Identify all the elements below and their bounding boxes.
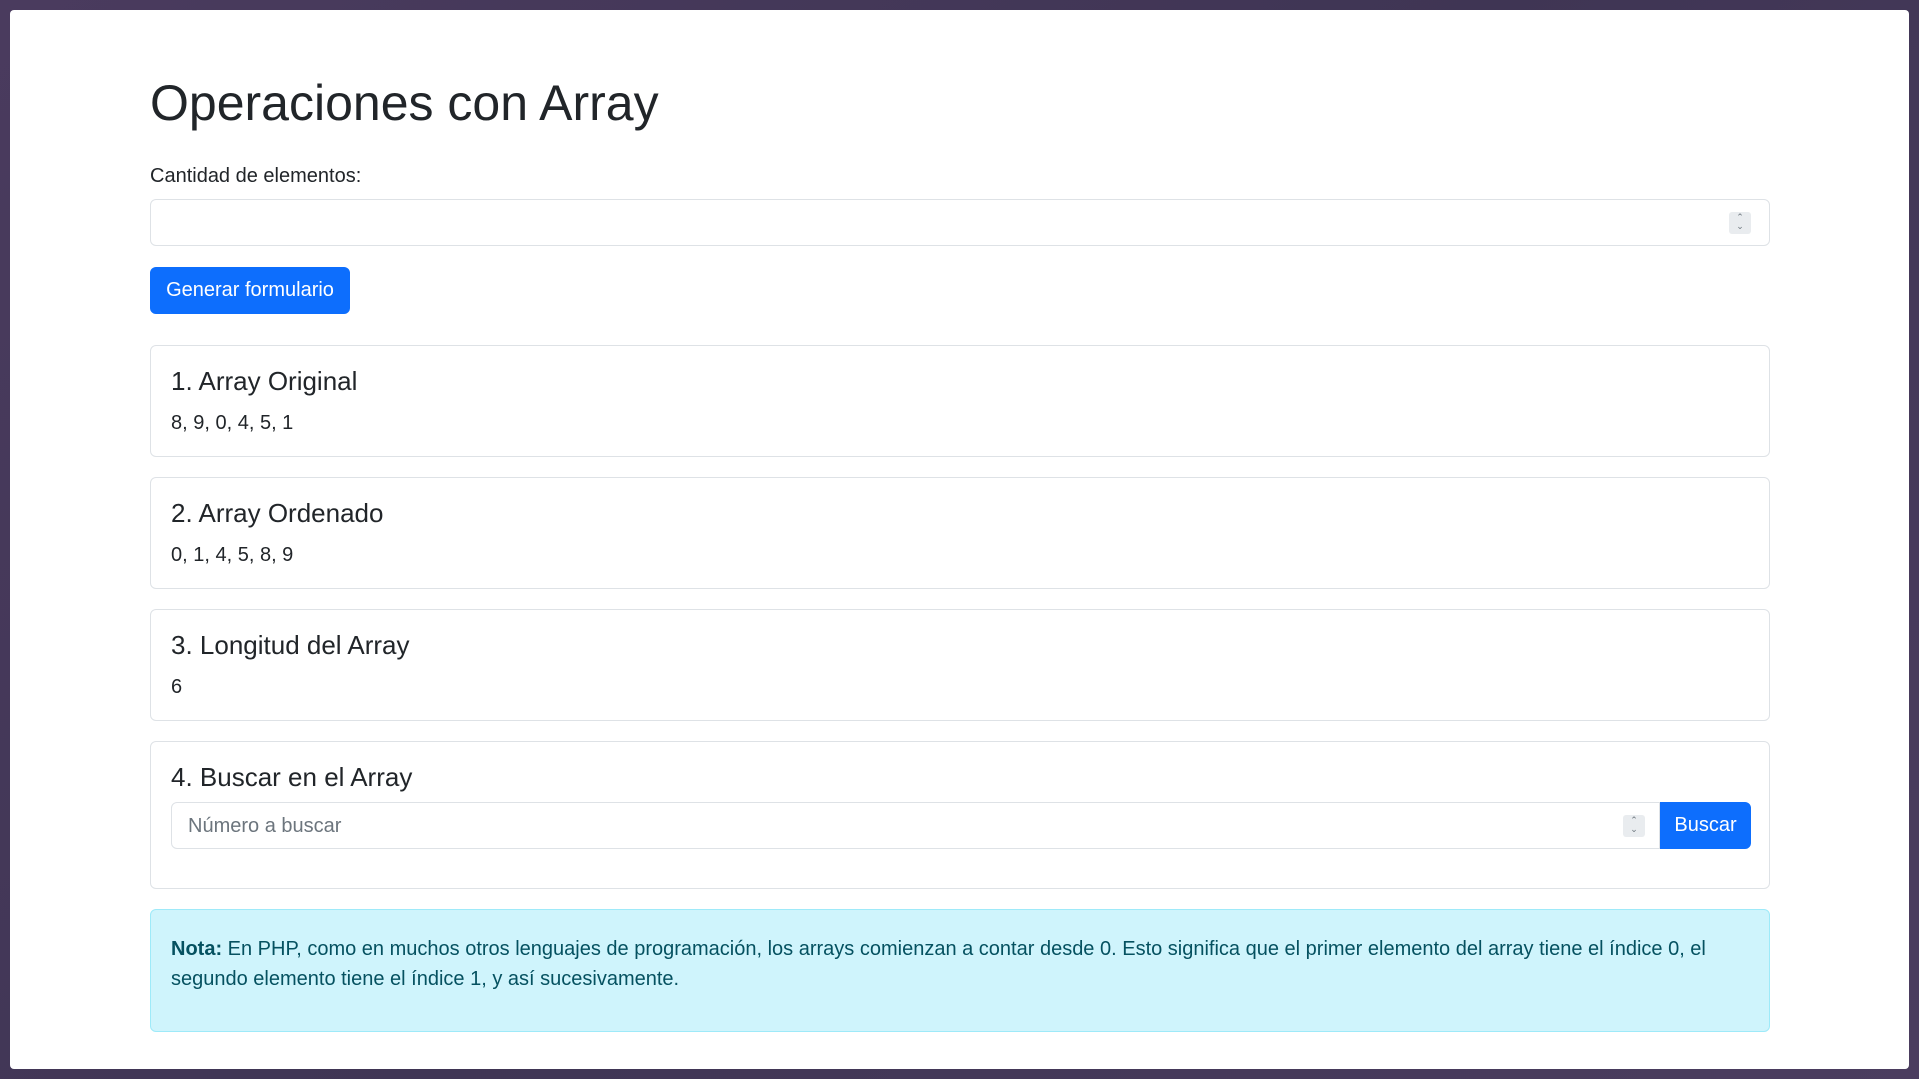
- chevron-down-icon[interactable]: ⌄: [1736, 223, 1744, 232]
- page-title: Operaciones con Array: [150, 75, 659, 131]
- search-button[interactable]: Buscar: [1660, 802, 1751, 849]
- info-alert: Nota: En PHP, como en muchos otros lengu…: [150, 909, 1770, 1032]
- card-title: 2. Array Ordenado: [171, 498, 384, 528]
- search-input-group: Número a buscar ⌃ ⌄ Buscar: [171, 802, 1751, 849]
- generate-form-button[interactable]: Generar formulario: [150, 267, 350, 314]
- search-input[interactable]: Número a buscar ⌃ ⌄: [171, 802, 1660, 849]
- browser-viewport: Operaciones con Array Cantidad de elemen…: [10, 10, 1909, 1069]
- card-original-array: 1. Array Original 8, 9, 0, 4, 5, 1: [150, 345, 1770, 457]
- card-title: 3. Longitud del Array: [171, 630, 410, 660]
- card-text: 0, 1, 4, 5, 8, 9: [171, 544, 294, 566]
- card-text: 6: [171, 676, 183, 698]
- card-title: 1. Array Original: [171, 366, 358, 396]
- quantity-label: Cantidad de elementos:: [150, 165, 362, 187]
- chevron-down-icon[interactable]: ⌄: [1630, 826, 1638, 835]
- card-search-array: 4. Buscar en el Array Número a buscar ⌃ …: [150, 741, 1770, 889]
- card-text: 8, 9, 0, 4, 5, 1: [171, 412, 294, 434]
- card-array-length: 3. Longitud del Array 6: [150, 609, 1770, 721]
- search-placeholder: Número a buscar: [188, 815, 342, 837]
- number-spinner-icon[interactable]: ⌃ ⌄: [1729, 212, 1751, 234]
- card-sorted-array: 2. Array Ordenado 0, 1, 4, 5, 8, 9: [150, 477, 1770, 589]
- card-title: 4. Buscar en el Array: [171, 762, 413, 792]
- number-spinner-icon[interactable]: ⌃ ⌄: [1623, 815, 1645, 837]
- note-text: En PHP, como en muchos otros lenguajes d…: [171, 938, 1706, 990]
- quantity-input[interactable]: ⌃ ⌄: [150, 199, 1770, 246]
- note-label: Nota:: [171, 938, 223, 960]
